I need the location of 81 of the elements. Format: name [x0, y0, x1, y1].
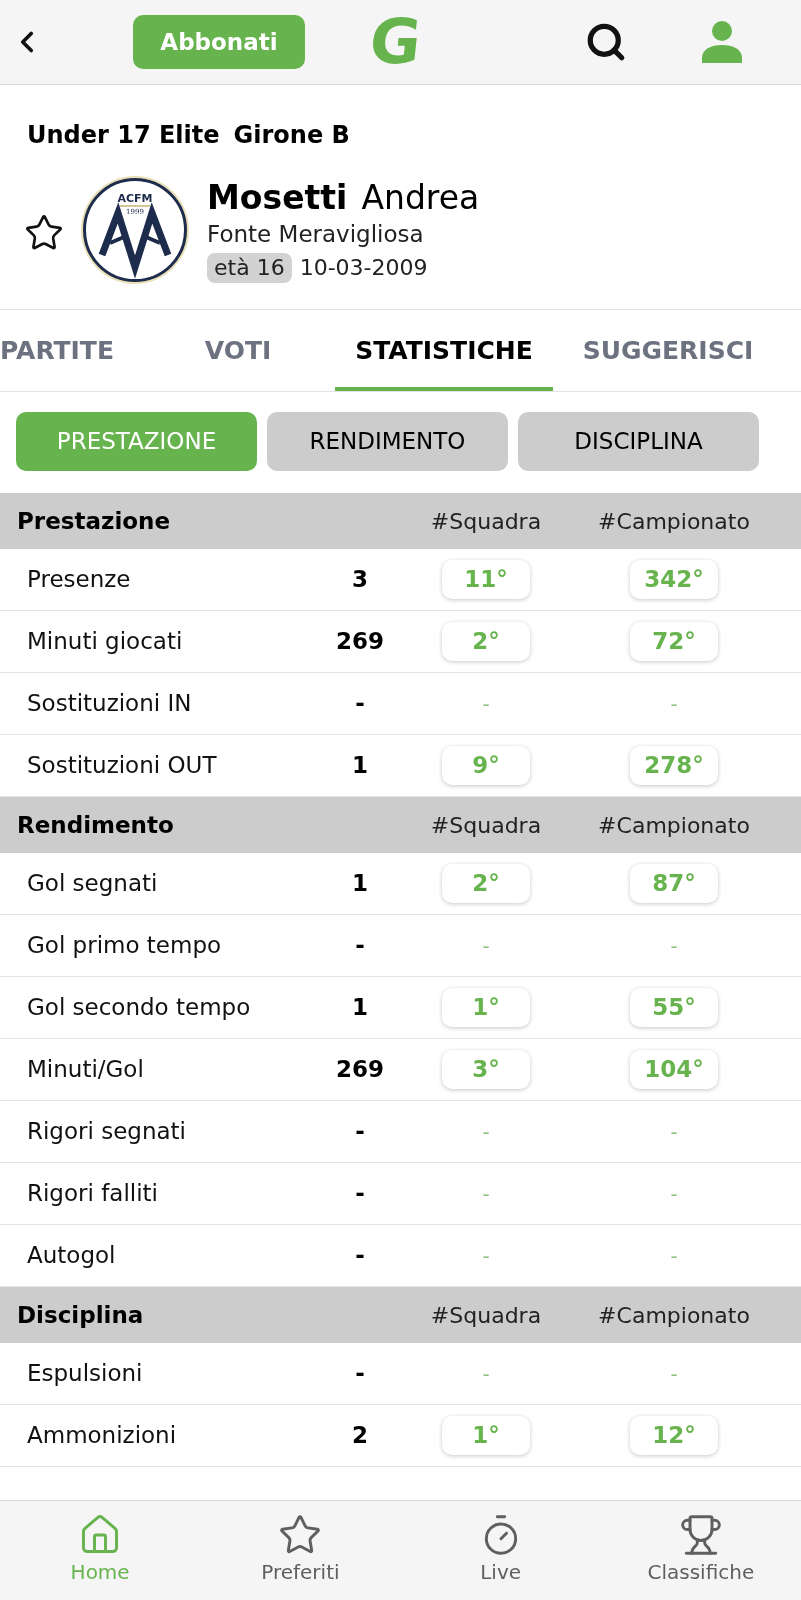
stat-label: Gol primo tempo — [26, 931, 223, 961]
section-title: Rendimento — [16, 810, 175, 840]
stat-label: Rigori falliti — [26, 1179, 159, 1209]
subscribe-button[interactable]: Abbonati — [133, 15, 305, 69]
league-rank: - — [670, 1360, 678, 1388]
team-rank: - — [482, 690, 490, 718]
club-name: Fonte Meravigliosa — [207, 219, 425, 249]
birth-date: 10-03-2009 — [299, 253, 428, 282]
column-heading: #Campionato — [598, 811, 750, 840]
league-rank: 104° — [630, 1050, 718, 1089]
tab[interactable]: STATISTICHE — [335, 310, 553, 391]
team-rank: - — [482, 1360, 490, 1388]
trophy-icon — [678, 1513, 723, 1557]
age-badge: età 16 — [207, 252, 292, 283]
team-rank: - — [482, 932, 490, 960]
stat-value: - — [355, 931, 365, 961]
stat-value: - — [355, 1359, 365, 1389]
team-rank: 1° — [442, 1416, 530, 1455]
competition-name: Under 17 Elite — [27, 121, 220, 149]
team-rank: - — [482, 1180, 490, 1208]
section-title: Disciplina — [16, 1300, 145, 1330]
segment-button[interactable]: PRESTAZIONE — [16, 412, 257, 471]
stat-value: 2 — [352, 1421, 368, 1451]
league-rank: - — [670, 1180, 678, 1208]
stat-value: - — [355, 1117, 365, 1147]
team-rank: 2° — [442, 864, 530, 903]
stat-value: 1 — [352, 751, 368, 781]
search-icon — [585, 21, 627, 63]
team-rank: - — [482, 1242, 490, 1270]
segment-button[interactable]: RENDIMENTO — [267, 412, 508, 471]
segment-button[interactable]: DISCIPLINA — [518, 412, 759, 471]
stat-label: Gol secondo tempo — [26, 993, 252, 1023]
stat-value: 269 — [336, 1055, 384, 1085]
tab[interactable]: PARTITE — [0, 310, 141, 391]
stat-label: Rigori segnati — [26, 1117, 187, 1147]
column-heading: #Campionato — [598, 507, 750, 536]
column-heading: #Squadra — [430, 1301, 542, 1330]
stat-value: 1 — [352, 869, 368, 899]
stat-value: - — [355, 689, 365, 719]
nav-item[interactable]: Classifiche — [600, 1501, 801, 1600]
player-first-name: Andrea — [361, 177, 480, 218]
stat-label: Espulsioni — [26, 1359, 144, 1389]
column-heading: #Campionato — [598, 1301, 750, 1330]
stat-value: - — [355, 1241, 365, 1271]
stat-label: Sostituzioni IN — [26, 689, 193, 719]
stat-label: Autogol — [26, 1241, 117, 1271]
column-heading: #Squadra — [430, 507, 542, 536]
tab[interactable]: VOTI — [141, 310, 335, 391]
stat-label: Presenze — [26, 565, 132, 595]
stat-value: 1 — [352, 993, 368, 1023]
stat-label: Gol segnati — [26, 869, 159, 899]
team-rank: 9° — [442, 746, 530, 785]
column-heading: #Squadra — [430, 811, 542, 840]
player-surname: Mosetti — [207, 177, 348, 218]
league-rank: 72° — [630, 622, 718, 661]
league-rank: 55° — [630, 988, 718, 1027]
league-rank: 278° — [630, 746, 718, 785]
stat-value: - — [355, 1179, 365, 1209]
league-rank: 342° — [630, 560, 718, 599]
stat-label: Sostituzioni OUT — [26, 751, 218, 781]
section-title: Prestazione — [16, 506, 172, 536]
team-rank: 11° — [442, 560, 530, 599]
nav-item[interactable]: Live — [400, 1501, 601, 1600]
league-rank: - — [670, 1118, 678, 1146]
league-rank: - — [670, 932, 678, 960]
team-rank: 2° — [442, 622, 530, 661]
stat-label: Minuti/Gol — [26, 1055, 145, 1085]
team-rank: - — [482, 1118, 490, 1146]
league-rank: 12° — [630, 1416, 718, 1455]
stat-label: Ammonizioni — [26, 1421, 178, 1451]
stat-value: 3 — [352, 565, 368, 595]
tab[interactable]: SUGGERISCI — [553, 310, 783, 391]
team-rank: 1° — [442, 988, 530, 1027]
league-rank: - — [670, 1242, 678, 1270]
nav-item[interactable]: Preferiti — [200, 1501, 401, 1600]
group-name: Girone B — [233, 121, 350, 149]
stat-label: Minuti giocati — [26, 627, 184, 657]
league-rank: 87° — [630, 864, 718, 903]
team-rank: 3° — [442, 1050, 530, 1089]
league-rank: - — [670, 690, 678, 718]
stat-value: 269 — [336, 627, 384, 657]
